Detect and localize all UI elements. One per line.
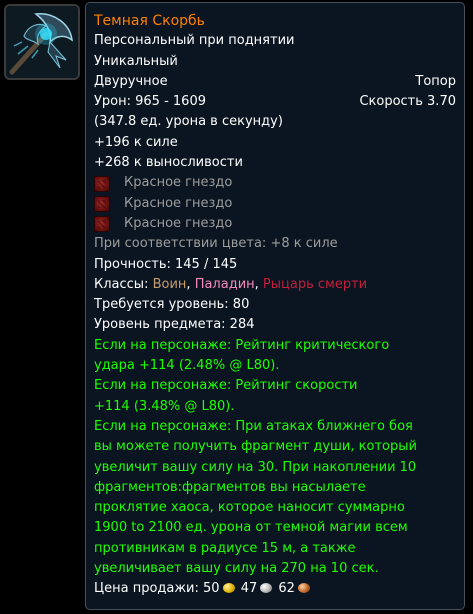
two-handed-axe-icon bbox=[4, 4, 80, 80]
sell-copper: 62 bbox=[278, 581, 295, 597]
class-warrior: Воин bbox=[152, 276, 187, 292]
class-paladin: Паладин bbox=[194, 276, 255, 292]
damage-row: Урон: 965 - 1609 Скорость 3.70 bbox=[94, 92, 456, 112]
equip-effect-line: увеличивает вашу силу на 270 на 10 сек. bbox=[94, 561, 379, 577]
socket-label: Красное гнездо bbox=[124, 175, 233, 191]
stat-line: +268 к выносливости bbox=[94, 155, 243, 171]
equip-effect-line: удара +114 (2.48% @ L80). bbox=[94, 358, 280, 374]
required-level: Требуется уровень: 80 bbox=[94, 297, 250, 313]
classes-label: Классы: bbox=[94, 276, 149, 292]
silver-coin-icon bbox=[260, 583, 273, 594]
equip-effect-line: Если на персонаже: Рейтинг критического bbox=[94, 337, 390, 353]
item-binding: Персональный при поднятии bbox=[94, 33, 295, 49]
equip-effect-line: 1900 to 2100 ед. урона от темной магии в… bbox=[94, 520, 408, 536]
item-name: Темная Скорбь bbox=[94, 13, 205, 29]
equip-effect-line: проклятие хаоса, которое наносит суммарн… bbox=[94, 500, 405, 516]
item-slot-row: Двуручное Топор bbox=[94, 72, 456, 92]
class-death-knight: Рыцарь смерти bbox=[262, 276, 368, 292]
equip-effect-line: противникам в радиусе 15 м, а также bbox=[94, 540, 356, 556]
copper-coin-icon bbox=[297, 583, 310, 594]
equip-effect-line: +114 (3.48% @ L80). bbox=[94, 398, 235, 414]
item-uniqueness: Уникальный bbox=[94, 53, 178, 69]
equip-effect-line: фрагментов:фрагментов вы насылаете bbox=[94, 479, 366, 495]
item-type: Топор bbox=[415, 73, 456, 89]
gold-coin-icon bbox=[222, 583, 235, 594]
sell-price-row: Цена продажи: 50 47 62 bbox=[94, 579, 456, 599]
sell-gold: 50 bbox=[203, 581, 220, 597]
sell-price-label: Цена продажи: bbox=[94, 581, 199, 597]
equip-effect-line: Если на персонаже: Рейтинг скорости bbox=[94, 378, 358, 394]
socket-label: Красное гнездо bbox=[124, 195, 233, 211]
socket-bonus: При соответствии цвета: +8 к силе bbox=[94, 236, 338, 252]
item-tooltip: Темная Скорбь Персональный при поднятии … bbox=[85, 2, 465, 610]
durability: Прочность: 145 / 145 bbox=[94, 256, 238, 272]
socket-row: Красное гнездо bbox=[94, 173, 456, 193]
classes-row: Классы: Воин, Паладин, Рыцарь смерти bbox=[94, 276, 368, 292]
item-damage: Урон: 965 - 1609 bbox=[94, 94, 206, 110]
red-socket-icon bbox=[94, 216, 110, 233]
item-speed: Скорость 3.70 bbox=[359, 94, 456, 110]
sell-silver: 47 bbox=[240, 581, 258, 597]
red-socket-icon bbox=[94, 175, 110, 192]
equip-effect-line: Если на персонаже: При атаках ближнего б… bbox=[94, 418, 413, 434]
item-slot: Двуручное bbox=[94, 73, 168, 89]
equip-effect-line: увеличит вашу силу на 30. При накоплении… bbox=[94, 459, 417, 475]
item-dps: (347.8 ед. урона в секунду) bbox=[94, 114, 283, 130]
equip-effect-line: вы можете получить фрагмент души, которы… bbox=[94, 439, 417, 455]
socket-label: Красное гнездо bbox=[124, 215, 233, 231]
red-socket-icon bbox=[94, 195, 110, 212]
socket-row: Красное гнездо bbox=[94, 194, 456, 214]
item-level: Уровень предмета: 284 bbox=[94, 317, 255, 333]
socket-row: Красное гнездо bbox=[94, 214, 456, 234]
stat-line: +196 к силе bbox=[94, 134, 178, 150]
